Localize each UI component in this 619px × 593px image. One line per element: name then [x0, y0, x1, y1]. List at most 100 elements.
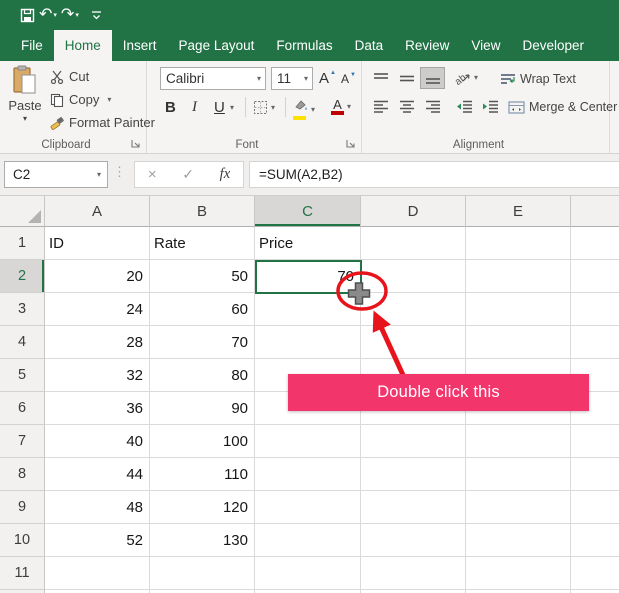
cell-D4[interactable]: [361, 326, 466, 359]
name-box[interactable]: C2 ▾: [4, 161, 108, 188]
cell-B11[interactable]: [150, 557, 255, 590]
cell-C8[interactable]: [255, 458, 361, 491]
cell-F6[interactable]: [571, 392, 619, 425]
formula-bar-handle[interactable]: ⋮: [113, 164, 126, 180]
cell-E2[interactable]: [466, 260, 571, 293]
cell-A11[interactable]: [45, 557, 150, 590]
cell-F2[interactable]: [571, 260, 619, 293]
format-painter-button[interactable]: Format Painter: [50, 115, 155, 130]
cell-F3[interactable]: [571, 293, 619, 326]
clipboard-dialog-launcher[interactable]: [130, 138, 141, 149]
col-header-e[interactable]: E: [466, 196, 571, 227]
col-header-c[interactable]: C: [255, 196, 361, 227]
cell-F1[interactable]: [571, 227, 619, 260]
font-size-select[interactable]: 11 ▾: [271, 67, 313, 90]
font-name-select[interactable]: Calibri ▾: [160, 67, 266, 90]
align-center-button[interactable]: [394, 95, 419, 117]
decrease-font-size-button[interactable]: A ▼: [341, 72, 356, 86]
font-dialog-launcher[interactable]: [345, 138, 356, 149]
formula-input[interactable]: =SUM(A2,B2): [249, 161, 619, 188]
cell-F4[interactable]: [571, 326, 619, 359]
cell-B2[interactable]: 50: [150, 260, 255, 293]
cell-E5[interactable]: [466, 359, 571, 392]
cell-D11[interactable]: [361, 557, 466, 590]
orientation-button[interactable]: ab ▾: [454, 70, 478, 85]
cell-C9[interactable]: [255, 491, 361, 524]
cell-B9[interactable]: 120: [150, 491, 255, 524]
cell-C3[interactable]: [255, 293, 361, 326]
cell-F10[interactable]: [571, 524, 619, 557]
cell-A10[interactable]: 52: [45, 524, 150, 557]
tab-insert[interactable]: Insert: [112, 30, 168, 61]
italic-button[interactable]: I: [192, 95, 197, 119]
merge-center-button[interactable]: Merge & Center ▾: [508, 100, 619, 114]
paste-button[interactable]: Paste ▾: [4, 65, 46, 137]
cell-D5[interactable]: [361, 359, 466, 392]
tab-page-layout[interactable]: Page Layout: [168, 30, 266, 61]
save-button[interactable]: [20, 8, 35, 23]
cell-E10[interactable]: [466, 524, 571, 557]
cell-D9[interactable]: [361, 491, 466, 524]
cell-B7[interactable]: 100: [150, 425, 255, 458]
middle-align-button[interactable]: [394, 67, 419, 89]
row-header[interactable]: 2: [0, 260, 45, 293]
col-header-d[interactable]: D: [361, 196, 466, 227]
redo-button[interactable]: ↷ ▾: [61, 7, 79, 23]
bold-button[interactable]: B: [165, 95, 176, 119]
increase-indent-button[interactable]: [478, 95, 503, 117]
copy-button[interactable]: Copy ▾: [50, 92, 111, 107]
cell-C10[interactable]: [255, 524, 361, 557]
cell-A7[interactable]: 40: [45, 425, 150, 458]
cell-D6[interactable]: [361, 392, 466, 425]
cell-E1[interactable]: [466, 227, 571, 260]
cell-B4[interactable]: 70: [150, 326, 255, 359]
row-header[interactable]: 7: [0, 425, 45, 458]
underline-caret-icon[interactable]: ▾: [230, 95, 234, 119]
cell-E11[interactable]: [466, 557, 571, 590]
top-align-button[interactable]: [368, 67, 393, 89]
tab-formulas[interactable]: Formulas: [265, 30, 343, 61]
row-header[interactable]: 10: [0, 524, 45, 557]
undo-button[interactable]: ↶ ▾: [39, 7, 57, 23]
cell-D7[interactable]: [361, 425, 466, 458]
row-header[interactable]: 4: [0, 326, 45, 359]
cell-D2[interactable]: [361, 260, 466, 293]
cell-A4[interactable]: 28: [45, 326, 150, 359]
borders-button[interactable]: ▾: [253, 100, 275, 115]
cell-A9[interactable]: 48: [45, 491, 150, 524]
increase-font-size-button[interactable]: A ▲: [319, 70, 336, 87]
row-header[interactable]: 3: [0, 293, 45, 326]
col-header-a[interactable]: A: [45, 196, 150, 227]
cell-F9[interactable]: [571, 491, 619, 524]
row-header[interactable]: 5: [0, 359, 45, 392]
cell-F8[interactable]: [571, 458, 619, 491]
copy-caret-icon[interactable]: ▾: [107, 95, 111, 104]
cell-A6[interactable]: 36: [45, 392, 150, 425]
fill-color-button[interactable]: ▾: [293, 98, 315, 120]
cell-B1[interactable]: Rate: [150, 227, 255, 260]
decrease-indent-button[interactable]: [452, 95, 477, 117]
align-left-button[interactable]: [368, 95, 393, 117]
tab-developer[interactable]: Developer: [511, 30, 595, 61]
cell-D8[interactable]: [361, 458, 466, 491]
cell-E6[interactable]: [466, 392, 571, 425]
select-all-corner[interactable]: [0, 196, 45, 227]
tab-review[interactable]: Review: [394, 30, 460, 61]
cell-E7[interactable]: [466, 425, 571, 458]
cell-D10[interactable]: [361, 524, 466, 557]
col-header-f[interactable]: [571, 196, 619, 227]
cell-D3[interactable]: [361, 293, 466, 326]
undo-caret-icon[interactable]: ▾: [53, 11, 57, 19]
cancel-icon[interactable]: ×: [148, 166, 157, 183]
cell-C11[interactable]: [255, 557, 361, 590]
cut-button[interactable]: Cut: [50, 69, 89, 84]
cell-B8[interactable]: 110: [150, 458, 255, 491]
cell-E8[interactable]: [466, 458, 571, 491]
cell-B6[interactable]: 90: [150, 392, 255, 425]
row-header[interactable]: 11: [0, 557, 45, 590]
align-right-button[interactable]: [420, 95, 445, 117]
cell-A3[interactable]: 24: [45, 293, 150, 326]
cell-C4[interactable]: [255, 326, 361, 359]
row-header[interactable]: 9: [0, 491, 45, 524]
tab-data[interactable]: Data: [344, 30, 395, 61]
